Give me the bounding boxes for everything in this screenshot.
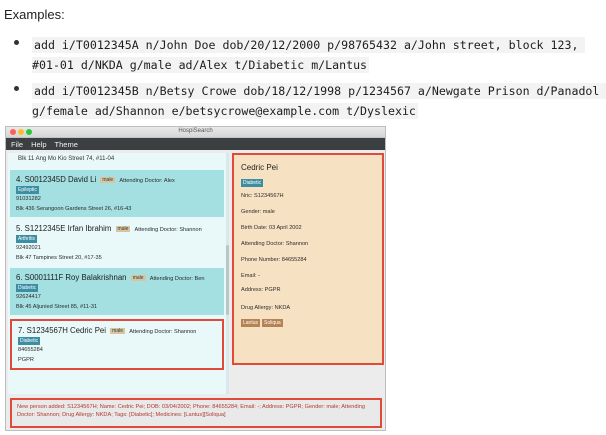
person-card-selected[interactable]: 7. S1234567H Cedric Pei male Attending D…: [10, 319, 224, 370]
person-list[interactable]: Blk 11 Ang Mo Kio Street 74, #11-04 4. S…: [8, 153, 229, 394]
person-title: 4. S0012345D David Li male Attending Doc…: [16, 175, 175, 184]
title-bar: HospiSearch: [6, 127, 385, 138]
condition-tag: Diabetic: [16, 284, 39, 292]
bullet-icon: [14, 86, 19, 91]
person-details-panel: Cedric Pei Diabetic Nric: S1234567H Gend…: [232, 153, 384, 365]
examples-list: add i/T0012345A n/John Doe dob/20/12/200…: [14, 35, 606, 127]
example-command: add i/T0012345A n/John Doe dob/20/12/200…: [32, 37, 586, 73]
person-index-name: 4. S0012345D David Li: [16, 175, 97, 184]
example-command: add i/T0012345B n/Betsy Crowe dob/18/12/…: [32, 83, 606, 119]
person-card[interactable]: 4. S0012345D David Li male Attending Doc…: [10, 170, 224, 217]
person-phone: 92624417: [16, 294, 41, 300]
menu-theme[interactable]: Theme: [55, 140, 78, 149]
person-card[interactable]: 5. S1212345E Irfan Ibrahim male Attendin…: [10, 219, 224, 266]
details-condition-tag: Diabetic: [241, 179, 264, 187]
condition-tag: Diabetic: [18, 337, 41, 345]
details-phone: Phone Number: 84655284: [241, 257, 307, 263]
menu-bar: File Help Theme: [6, 138, 385, 150]
details-email: Email: -: [241, 273, 260, 279]
attending-doctor: Attending Doctor: Shannon: [134, 227, 202, 233]
window-title: HospiSearch: [178, 128, 213, 134]
person-phone: 92492021: [16, 245, 41, 251]
example-item: add i/T0012345A n/John Doe dob/20/12/200…: [14, 35, 604, 75]
gender-badge: male: [130, 275, 146, 281]
person-title: 6. S0001111F Roy Balakrishnan male Atten…: [16, 273, 204, 282]
medicine-tag: Lantus: [241, 319, 261, 327]
person-address: Blk 11 Ang Mo Kio Street 74, #11-04: [18, 156, 115, 162]
details-birth-date: Birth Date: 03 April 2002: [241, 225, 302, 231]
person-address: Blk 436 Serangoon Gardens Street 26, #16…: [16, 206, 132, 212]
gender-badge: male: [100, 177, 116, 183]
result-display: New person added: S1234567H; Name: Cedri…: [10, 398, 382, 428]
person-address: PGPR: [18, 357, 34, 363]
gender-badge: male: [115, 226, 131, 232]
bullet-icon: [14, 40, 19, 45]
person-phone: 91031282: [16, 196, 41, 202]
app-window: HospiSearch File Help Theme Blk 11 Ang M…: [5, 126, 386, 431]
person-card-partial[interactable]: Blk 11 Ang Mo Kio Street 74, #11-04: [10, 153, 224, 168]
person-title: 7. S1234567H Cedric Pei male Attending D…: [18, 326, 196, 335]
details-doctor: Attending Doctor: Shannon: [241, 241, 309, 247]
examples-heading: Examples:: [4, 7, 65, 22]
example-item: add i/T0012345B n/Betsy Crowe dob/18/12/…: [14, 81, 606, 121]
details-nric: Nric: S1234567H: [241, 193, 284, 199]
details-address: Address: PGPR: [241, 287, 281, 293]
attending-doctor: Attending Doctor: Ben: [149, 276, 205, 282]
menu-file[interactable]: File: [11, 140, 23, 149]
person-index-name: 5. S1212345E Irfan Ibrahim: [16, 224, 112, 233]
person-title: 5. S1212345E Irfan Ibrahim male Attendin…: [16, 224, 202, 233]
details-drug-allergy: Drug Allergy: NKDA: [241, 305, 291, 311]
condition-tag: Epileptic: [16, 186, 39, 194]
attending-doctor: Attending Doctor: Alex: [119, 178, 175, 184]
main-content: Blk 11 Ang Mo Kio Street 74, #11-04 4. S…: [6, 150, 385, 428]
person-phone: 84655284: [18, 347, 43, 353]
menu-help[interactable]: Help: [31, 140, 46, 149]
scrollbar-thumb[interactable]: [226, 245, 229, 315]
person-address: Blk 45 Aljunied Street 85, #11-31: [16, 304, 98, 310]
list-scrollbar[interactable]: [226, 153, 229, 394]
medicine-tag: Soliqua: [262, 319, 283, 327]
person-card[interactable]: 6. S0001111F Roy Balakrishnan male Atten…: [10, 268, 224, 315]
person-index-name: 7. S1234567H Cedric Pei: [18, 326, 106, 335]
details-name: Cedric Pei: [241, 163, 278, 172]
details-gender: Gender: male: [241, 209, 275, 215]
condition-tag: Arthritis: [16, 235, 37, 243]
gender-badge: male: [110, 328, 126, 334]
attending-doctor: Attending Doctor: Shannon: [129, 329, 197, 335]
person-address: Blk 47 Tampines Street 20, #17-35: [16, 255, 102, 261]
person-index-name: 6. S0001111F Roy Balakrishnan: [16, 273, 127, 282]
